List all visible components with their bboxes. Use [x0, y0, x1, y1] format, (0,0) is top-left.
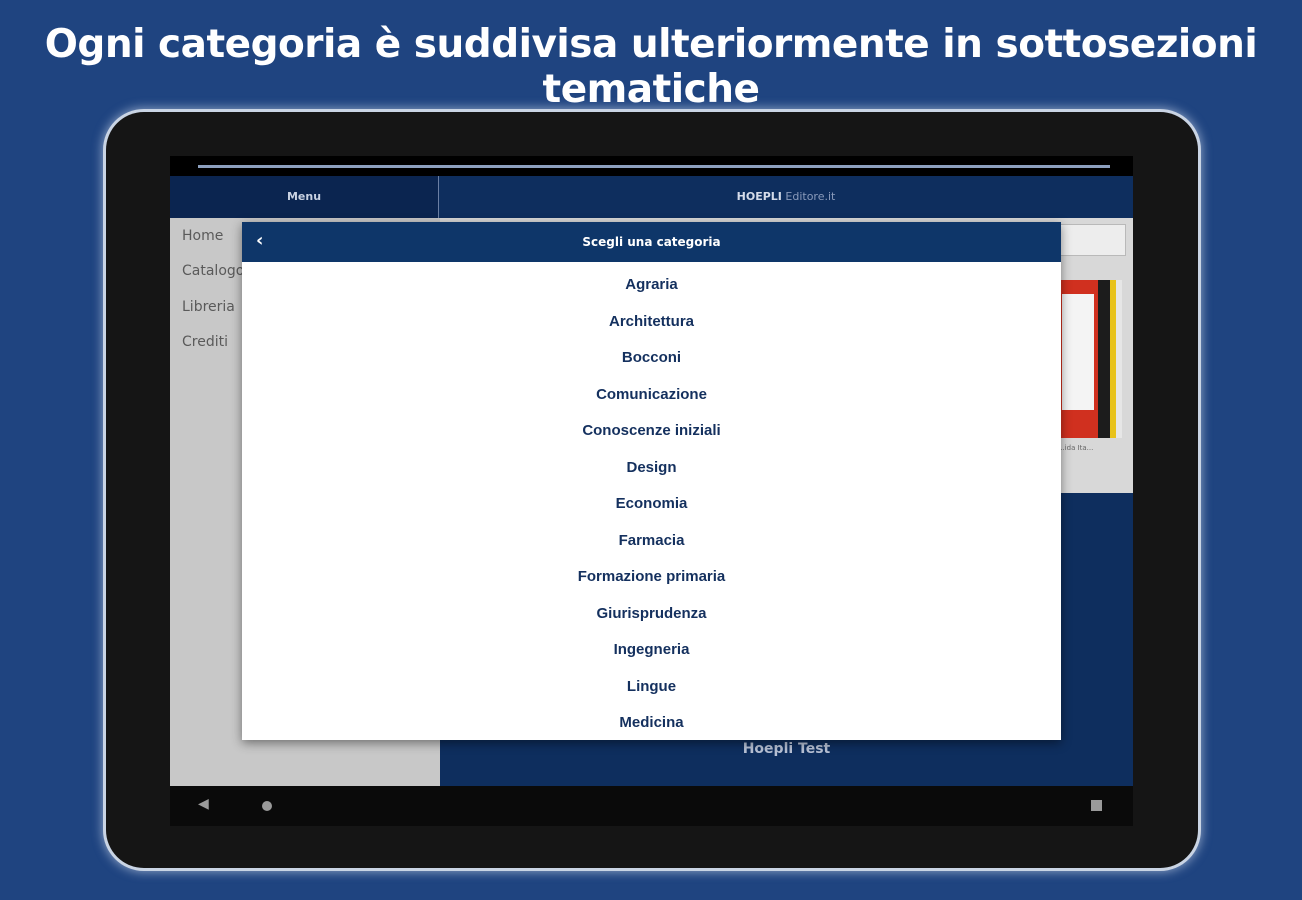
category-dialog: Scegli una categoria ‹ Agraria Architett… — [242, 222, 1061, 740]
book-cover-black — [1098, 280, 1110, 438]
category-item-design[interactable]: Design — [242, 457, 1061, 494]
category-item-farmacia[interactable]: Farmacia — [242, 530, 1061, 567]
category-item-conoscenze-iniziali[interactable]: Conoscenze iniziali — [242, 420, 1061, 457]
category-item-agraria[interactable]: Agraria — [242, 274, 1061, 311]
category-item-economia[interactable]: Economia — [242, 493, 1061, 530]
headline: Ogni categoria è suddivisa ulteriormente… — [44, 22, 1258, 112]
app-title: Hoepli Test — [742, 741, 831, 757]
tablet-screen: Menu HOEPLI Editore.it Home Catalogo Lib… — [170, 156, 1133, 826]
category-item-comunicazione[interactable]: Comunicazione — [242, 384, 1061, 421]
drawer-item-crediti[interactable]: Crediti — [182, 334, 228, 350]
drawer-item-catalogo[interactable]: Catalogo — [182, 263, 244, 279]
android-nav-bar: ◀ — [170, 786, 1133, 826]
book-caption: ...ida Ita... — [1058, 444, 1094, 452]
brand-light: Editore.it — [785, 190, 836, 203]
book-cover-inner — [1062, 294, 1094, 410]
app-bar: Menu HOEPLI Editore.it — [170, 176, 1133, 218]
category-item-giurisprudenza[interactable]: Giurisprudenza — [242, 603, 1061, 640]
category-item-architettura[interactable]: Architettura — [242, 311, 1061, 348]
drawer-item-libreria[interactable]: Libreria — [182, 299, 235, 315]
book-cover[interactable] — [1058, 280, 1122, 438]
nav-home-icon[interactable] — [262, 801, 272, 811]
search-bar[interactable] — [1058, 224, 1126, 256]
category-item-medicina[interactable]: Medicina — [242, 712, 1061, 740]
book-cover-yellow — [1110, 280, 1116, 438]
drawer-item-home[interactable]: Home — [182, 228, 223, 244]
category-item-lingue[interactable]: Lingue — [242, 676, 1061, 713]
category-item-bocconi[interactable]: Bocconi — [242, 347, 1061, 384]
tablet-frame: Menu HOEPLI Editore.it Home Catalogo Lib… — [106, 112, 1198, 868]
category-item-formazione-primaria[interactable]: Formazione primaria — [242, 566, 1061, 603]
nav-recent-icon[interactable] — [1091, 800, 1102, 811]
brand-bold: HOEPLI — [736, 190, 782, 203]
nav-back-icon[interactable]: ◀ — [198, 796, 209, 812]
category-list: Agraria Architettura Bocconi Comunicazio… — [242, 242, 1061, 740]
menu-button[interactable]: Menu — [170, 176, 438, 218]
category-item-ingegneria[interactable]: Ingegneria — [242, 639, 1061, 676]
brand-logo: HOEPLI Editore.it — [439, 176, 1133, 218]
status-bar — [198, 165, 1110, 168]
